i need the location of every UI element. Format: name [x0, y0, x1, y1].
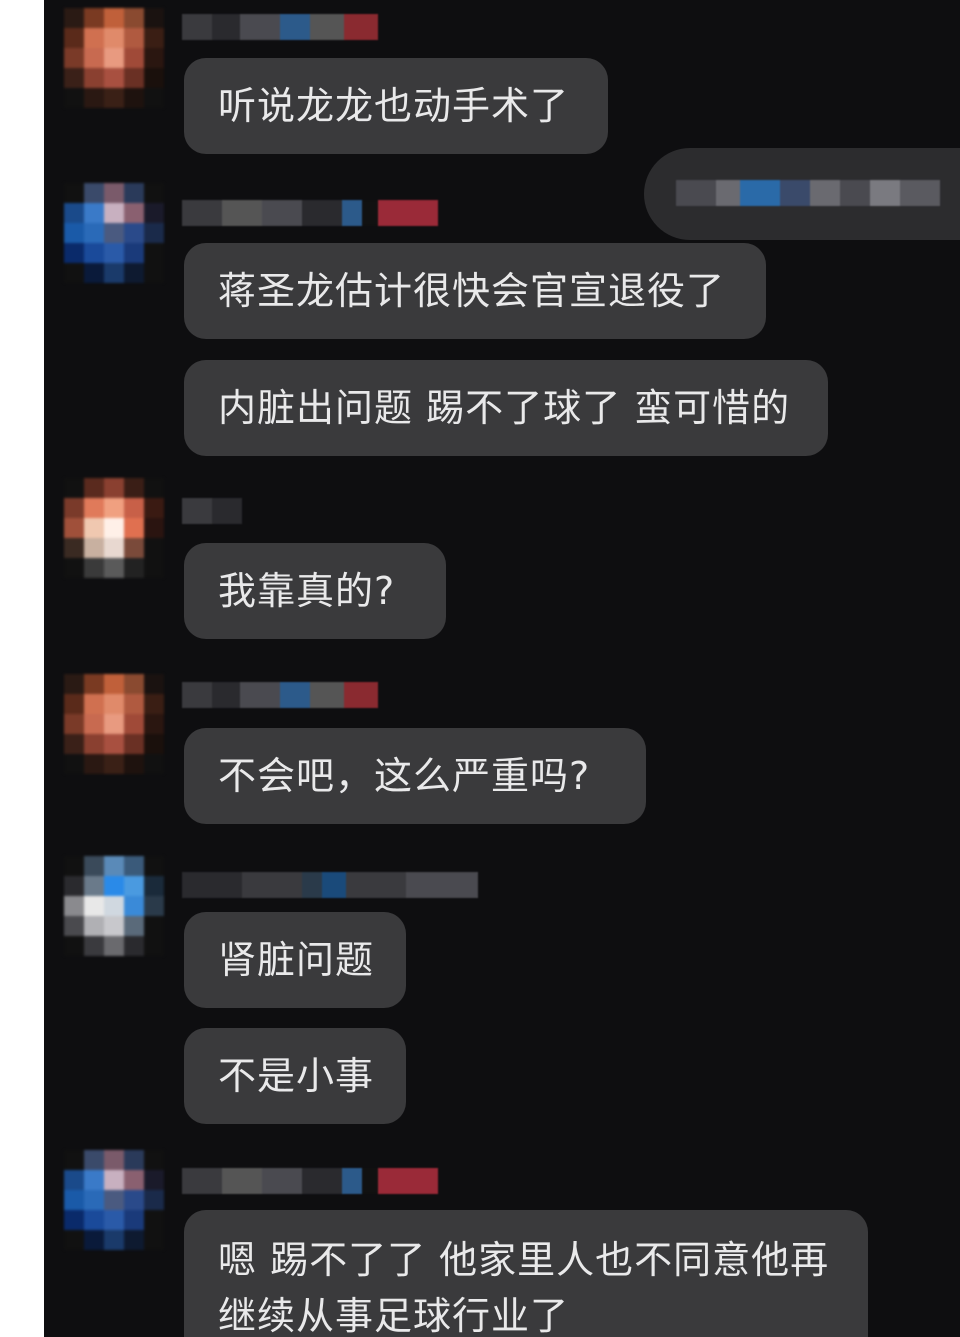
message-bubble: 肾脏问题 — [184, 912, 406, 1008]
chat-screen: 听说龙龙也动手术了 蒋圣龙估计很快会官宣退役了 内脏出问题 踢不了球了 蛮可惜的… — [44, 0, 960, 1337]
avatar[interactable] — [64, 674, 164, 774]
message-bubble: 不会吧，这么严重吗? — [184, 728, 646, 824]
message-bubble: 我靠真的? — [184, 543, 446, 639]
avatar[interactable] — [64, 183, 164, 283]
sender-name-redacted — [182, 872, 478, 898]
message-bubble: 不是小事 — [184, 1028, 406, 1124]
message-bubble: 嗯 踢不了了 他家里人也不同意他再继续从事足球行业了 — [184, 1210, 868, 1337]
avatar[interactable] — [64, 856, 164, 956]
message-bubble: 听说龙龙也动手术了 — [184, 58, 608, 154]
message-bubble: 蒋圣龙估计很快会官宣退役了 — [184, 243, 766, 339]
avatar[interactable] — [64, 1150, 164, 1250]
sender-name-redacted — [182, 200, 438, 226]
avatar[interactable] — [64, 478, 164, 578]
redacted-text — [676, 180, 940, 206]
avatar[interactable] — [64, 8, 164, 108]
redacted-reply-pill — [644, 148, 960, 240]
sender-name-redacted — [182, 498, 242, 524]
message-bubble: 内脏出问题 踢不了球了 蛮可惜的 — [184, 360, 828, 456]
sender-name-redacted — [182, 14, 378, 40]
sender-name-redacted — [182, 1168, 438, 1194]
sender-name-redacted — [182, 682, 378, 708]
